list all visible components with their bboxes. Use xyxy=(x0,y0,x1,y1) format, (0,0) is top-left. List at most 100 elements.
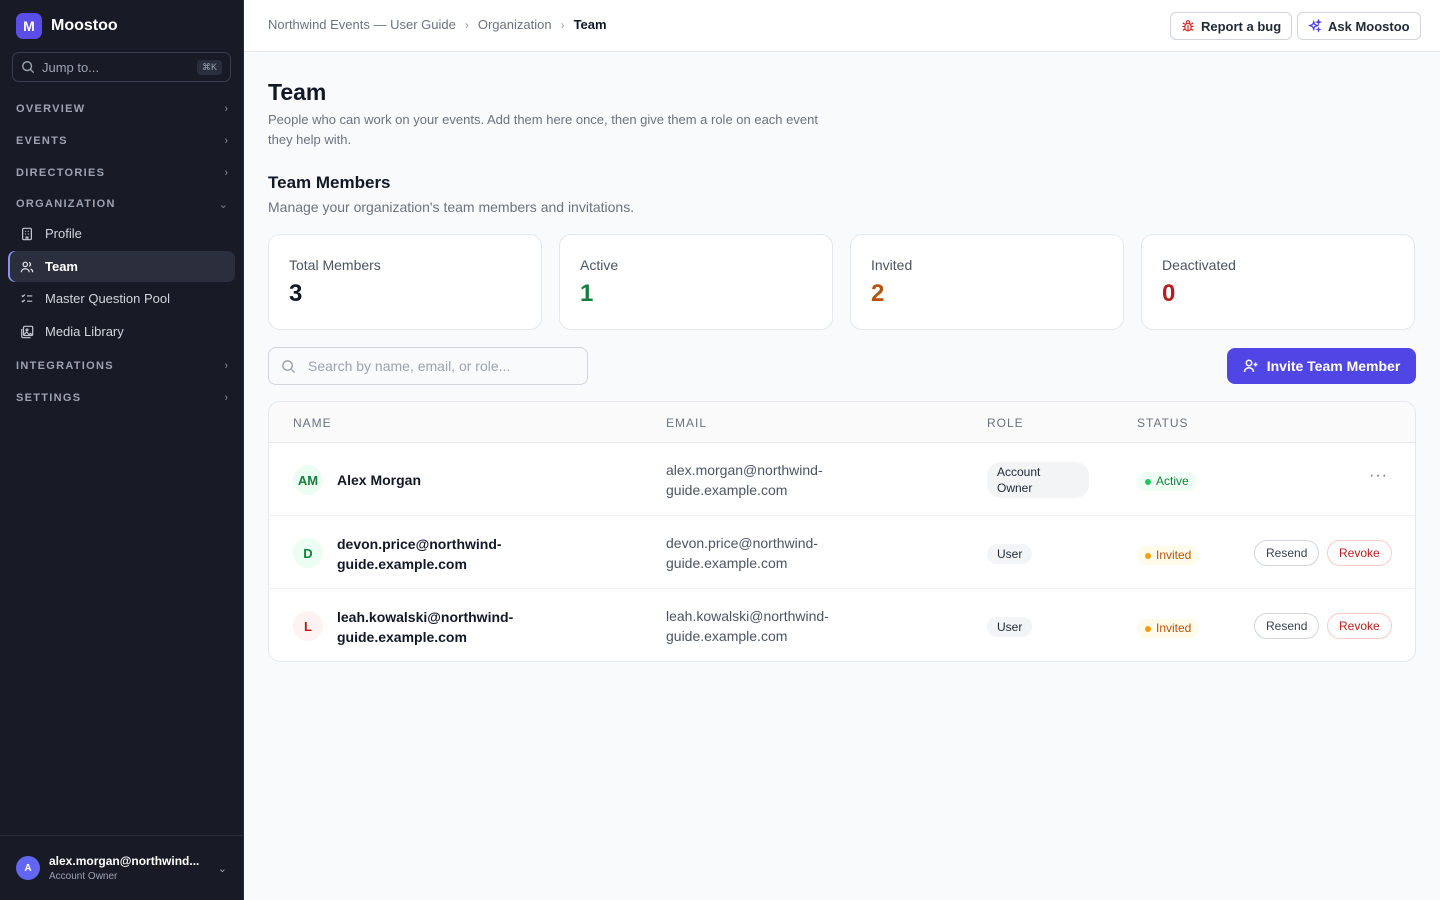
role-badge: User xyxy=(987,544,1033,564)
chevron-right-icon: › xyxy=(224,392,228,404)
stat-card-active: Active 1 xyxy=(559,234,833,330)
brand-logo: M xyxy=(16,13,42,39)
user-email: alex.morgan@northwind... xyxy=(49,854,200,868)
topbar: Northwind Events — User Guide › Organiza… xyxy=(244,0,1440,52)
search-input[interactable]: Search by name, email, or role... xyxy=(268,347,588,385)
column-header-email[interactable]: EMAIL xyxy=(666,416,707,430)
nav-section-organization[interactable]: ORGANIZATION ⌄ xyxy=(16,194,228,214)
table-row[interactable]: L leah.kowalski@northwind-guide.example.… xyxy=(269,589,1415,661)
status-dot-icon xyxy=(1145,552,1151,559)
status-badge: Invited xyxy=(1137,619,1200,638)
brand[interactable]: M Moostoo xyxy=(16,13,118,39)
report-bug-button[interactable]: Report a bug xyxy=(1170,12,1293,40)
jump-to-placeholder: Jump to... xyxy=(42,59,100,75)
table-header: NAME EMAIL ROLE STATUS xyxy=(269,402,1415,443)
stat-label: Invited xyxy=(871,257,913,273)
avatar: D xyxy=(293,538,323,568)
search-icon xyxy=(22,61,35,74)
checklist-icon xyxy=(21,293,33,303)
chevron-right-icon: › xyxy=(464,17,469,32)
column-header-name[interactable]: NAME xyxy=(293,416,332,430)
nav-section-integrations[interactable]: INTEGRATIONS › xyxy=(16,356,228,376)
chevron-right-icon: › xyxy=(560,17,565,32)
search-placeholder: Search by name, email, or role... xyxy=(308,358,511,374)
sidebar-item-media-library[interactable]: Media Library xyxy=(8,316,235,347)
stat-card-invited: Invited 2 xyxy=(850,234,1124,330)
invite-team-member-button[interactable]: Invite Team Member xyxy=(1227,348,1416,384)
images-icon xyxy=(21,325,34,338)
nav-section-overview[interactable]: OVERVIEW › xyxy=(16,99,228,119)
team-members-table: NAME EMAIL ROLE STATUS AM Alex Morgan al… xyxy=(268,401,1416,662)
chevron-right-icon: › xyxy=(224,103,228,115)
nav-section-settings[interactable]: SETTINGS › xyxy=(16,388,228,408)
sidebar-item-label: Profile xyxy=(45,226,82,241)
stat-value: 3 xyxy=(289,280,303,307)
chevron-right-icon: › xyxy=(224,135,228,147)
status-dot-icon xyxy=(1145,625,1151,632)
user-menu[interactable]: A alex.morgan@northwind... Account Owner… xyxy=(0,835,243,900)
nav-section-directories[interactable]: DIRECTORIES › xyxy=(16,163,228,183)
member-email: devon.price@northwind-guide.example.com xyxy=(666,535,818,571)
stat-label: Deactivated xyxy=(1162,257,1236,273)
member-name: leah.kowalski@northwind-guide.example.co… xyxy=(337,609,514,645)
column-header-role[interactable]: ROLE xyxy=(987,416,1024,430)
shortcut-badge: ⌘K xyxy=(196,59,222,75)
role-badge: User xyxy=(987,617,1033,637)
avatar: L xyxy=(293,611,323,641)
chevron-right-icon: › xyxy=(224,167,228,179)
section-title: Team Members xyxy=(268,173,391,192)
table-row[interactable]: AM Alex Morgan alex.morgan@northwind-gui… xyxy=(269,443,1415,516)
sidebar-item-label: Team xyxy=(45,259,78,274)
resend-button[interactable]: Resend xyxy=(1254,613,1320,639)
avatar: A xyxy=(16,856,40,880)
breadcrumb: Northwind Events — User Guide › Organiza… xyxy=(268,17,607,32)
sidebar-item-profile[interactable]: Profile xyxy=(8,218,235,249)
status-dot-icon xyxy=(1145,478,1151,485)
main-content: Team People who can work on your events.… xyxy=(244,52,1440,900)
sidebar-item-team[interactable]: Team xyxy=(8,251,235,282)
role-badge: Account Owner xyxy=(987,462,1089,498)
stat-value: 0 xyxy=(1162,280,1176,307)
member-email: leah.kowalski@northwind-guide.example.co… xyxy=(666,608,829,644)
page-title: Team xyxy=(268,79,327,105)
more-options-icon[interactable]: ··· xyxy=(1369,467,1388,485)
nav-section-events[interactable]: EVENTS › xyxy=(16,131,228,151)
chevron-right-icon: › xyxy=(224,360,228,372)
sparkles-icon xyxy=(1308,19,1322,33)
avatar: AM xyxy=(293,465,323,495)
stat-card-deactivated: Deactivated 0 xyxy=(1141,234,1415,330)
table-row[interactable]: D devon.price@northwind-guide.example.co… xyxy=(269,516,1415,589)
ask-moostoo-button[interactable]: Ask Moostoo xyxy=(1297,12,1421,40)
sidebar-item-master-question-pool[interactable]: Master Question Pool xyxy=(8,283,235,314)
section-description: Manage your organization's team members … xyxy=(268,199,635,215)
stat-value: 2 xyxy=(871,280,885,307)
user-plus-icon xyxy=(1243,359,1258,373)
stat-label: Total Members xyxy=(289,257,381,273)
brand-name: Moostoo xyxy=(51,17,118,34)
breadcrumb-item-organization[interactable]: Organization xyxy=(478,17,552,32)
user-role: Account Owner xyxy=(49,871,118,882)
member-email: alex.morgan@northwind-guide.example.com xyxy=(666,462,823,498)
chevron-down-icon: ⌄ xyxy=(218,198,228,211)
column-header-status[interactable]: STATUS xyxy=(1137,416,1189,430)
stat-value: 1 xyxy=(580,280,594,307)
resend-button[interactable]: Resend xyxy=(1254,540,1320,566)
sidebar-item-label: Master Question Pool xyxy=(45,291,171,306)
member-name: Alex Morgan xyxy=(337,472,422,488)
chevron-down-icon: ⌄ xyxy=(217,862,227,875)
breadcrumb-item-guide[interactable]: Northwind Events — User Guide xyxy=(268,17,456,32)
breadcrumb-item-current: Team xyxy=(573,17,607,32)
jump-to-search[interactable]: Jump to... ⌘K xyxy=(12,52,231,82)
sidebar-item-label: Media Library xyxy=(45,324,124,339)
stat-label: Active xyxy=(580,257,619,273)
search-icon xyxy=(282,359,296,373)
revoke-button[interactable]: Revoke xyxy=(1327,540,1392,566)
status-badge: Invited xyxy=(1137,546,1200,565)
member-name: devon.price@northwind-guide.example.com xyxy=(337,536,502,572)
stat-card-total: Total Members 3 xyxy=(268,234,542,330)
bug-icon xyxy=(1182,20,1194,32)
sidebar: M Moostoo Jump to... ⌘K OVERVIEW › EVENTS… xyxy=(0,0,244,900)
revoke-button[interactable]: Revoke xyxy=(1327,613,1392,639)
status-badge: Active xyxy=(1137,472,1197,491)
page-description: People who can work on your events. Add … xyxy=(268,112,818,147)
